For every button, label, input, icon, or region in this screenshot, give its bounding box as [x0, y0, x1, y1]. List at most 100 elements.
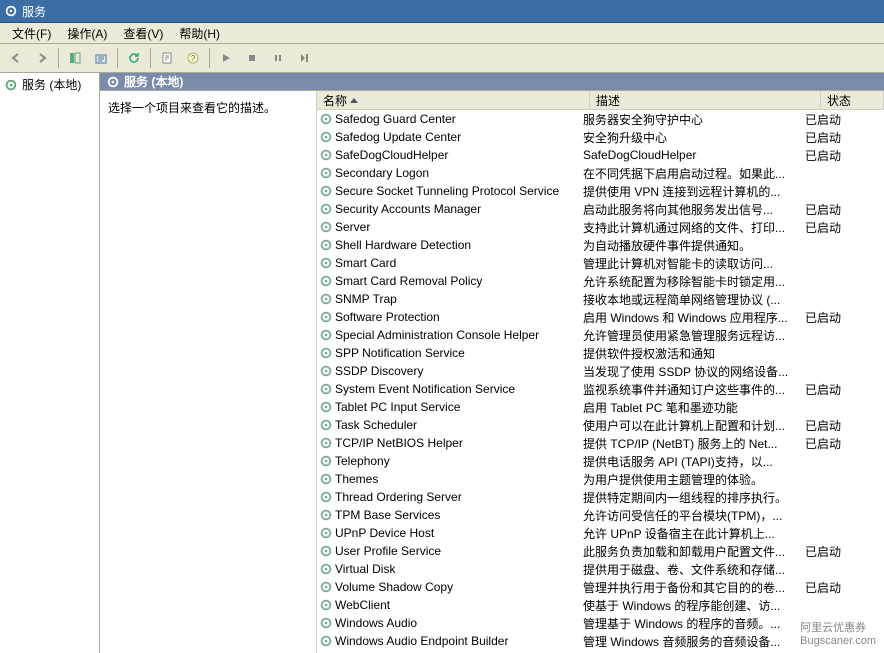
service-desc-cell: 允许访问受信任的平台模块(TPM)，...: [581, 507, 803, 524]
pause-service-button[interactable]: [266, 46, 290, 70]
menu-help[interactable]: 帮助(H): [171, 23, 228, 44]
gear-icon: [319, 220, 333, 234]
stop-service-button[interactable]: [240, 46, 264, 70]
service-row[interactable]: Telephony 提供电话服务 API (TAPI)支持，以...: [317, 452, 884, 470]
service-row[interactable]: Windows Audio管理基于 Windows 的程序的音频。...: [317, 614, 884, 632]
service-name-cell: TCP/IP NetBIOS Helper: [317, 436, 581, 450]
service-row[interactable]: SafeDogCloudHelperSafeDogCloudHelper已启动: [317, 146, 884, 164]
service-desc-cell: 监视系统事件并通知订户这些事件的...: [581, 381, 803, 398]
service-desc-cell: 服务器安全狗守护中心: [581, 111, 803, 128]
service-row[interactable]: Security Accounts Manager启动此服务将向其他服务发出信号…: [317, 200, 884, 218]
gear-icon: [319, 148, 333, 162]
service-row[interactable]: Server支持此计算机通过网络的文件、打印...已启动: [317, 218, 884, 236]
service-row[interactable]: WebClient使基于 Windows 的程序能创建、访...: [317, 596, 884, 614]
service-row[interactable]: Virtual Disk提供用于磁盘、卷、文件系统和存储...: [317, 560, 884, 578]
tree-pane: 服务 (本地): [0, 73, 100, 653]
gear-icon: [319, 166, 333, 180]
service-name-label: Shell Hardware Detection: [335, 238, 471, 252]
service-row[interactable]: Safedog Guard Center服务器安全狗守护中心已启动: [317, 110, 884, 128]
service-name-label: Volume Shadow Copy: [335, 580, 453, 594]
service-row[interactable]: Smart Card管理此计算机对智能卡的读取访问...: [317, 254, 884, 272]
service-row[interactable]: Secondary Logon在不同凭据下启用启动过程。如果此...: [317, 164, 884, 182]
properties-button[interactable]: [155, 46, 179, 70]
services-app-icon: [4, 4, 18, 18]
back-button[interactable]: [4, 46, 28, 70]
service-rows-container: Safedog Guard Center服务器安全狗守护中心已启动Safedog…: [317, 110, 884, 653]
service-row[interactable]: Shell Hardware Detection 为自动播放硬件事件提供通知。: [317, 236, 884, 254]
gear-icon: [319, 490, 333, 504]
service-name-label: System Event Notification Service: [335, 382, 515, 396]
service-name-cell: Security Accounts Manager: [317, 202, 581, 216]
service-row[interactable]: Secure Socket Tunneling Protocol Service…: [317, 182, 884, 200]
service-status-cell: 已启动: [803, 417, 857, 434]
column-header-row: 名称 描述 状态: [317, 91, 884, 110]
gear-icon: [319, 346, 333, 360]
service-row[interactable]: Themes为用户提供使用主题管理的体验。: [317, 470, 884, 488]
tree-root-services[interactable]: 服务 (本地): [2, 75, 97, 94]
gear-icon: [319, 382, 333, 396]
help-button[interactable]: ?: [181, 46, 205, 70]
service-row[interactable]: SNMP Trap接收本地或远程简单网络管理协议 (...: [317, 290, 884, 308]
column-header-name[interactable]: 名称: [317, 91, 590, 109]
service-status-cell: 已启动: [803, 129, 857, 146]
gear-icon: [319, 418, 333, 432]
service-row[interactable]: Tablet PC Input Service启用 Tablet PC 笔和墨迹…: [317, 398, 884, 416]
service-name-label: TCP/IP NetBIOS Helper: [335, 436, 463, 450]
service-name-cell: Telephony: [317, 454, 581, 468]
service-name-cell: User Profile Service: [317, 544, 581, 558]
service-row[interactable]: Task Scheduler使用户可以在此计算机上配置和计划...已启动: [317, 416, 884, 434]
service-row[interactable]: Thread Ordering Server提供特定期间内一组线程的排序执行。: [317, 488, 884, 506]
service-row[interactable]: Safedog Update Center安全狗升级中心已启动: [317, 128, 884, 146]
service-desc-cell: 允许系统配置为移除智能卡时锁定用...: [581, 273, 803, 290]
menu-file[interactable]: 文件(F): [4, 23, 59, 44]
service-status-cell: 已启动: [803, 111, 857, 128]
service-desc-cell: 允许 UPnP 设备宿主在此计算机上...: [581, 525, 803, 542]
forward-button[interactable]: [30, 46, 54, 70]
service-name-cell: Shell Hardware Detection: [317, 238, 581, 252]
column-header-status[interactable]: 状态: [821, 91, 884, 109]
content-body: 选择一个项目来查看它的描述。 名称 描述 状态 Safedog Guard Ce…: [100, 90, 884, 653]
gear-icon: [319, 580, 333, 594]
menu-view[interactable]: 查看(V): [115, 23, 171, 44]
service-name-cell: Themes: [317, 472, 581, 486]
gear-icon: [319, 454, 333, 468]
service-status-cell: 已启动: [803, 309, 857, 326]
start-service-button[interactable]: [214, 46, 238, 70]
service-desc-cell: 接收本地或远程简单网络管理协议 (...: [581, 291, 803, 308]
service-name-label: Smart Card Removal Policy: [335, 274, 482, 288]
show-hide-tree-button[interactable]: [63, 46, 87, 70]
service-row[interactable]: SPP Notification Service提供软件授权激活和通知: [317, 344, 884, 362]
service-name-label: Telephony: [335, 454, 390, 468]
refresh-button[interactable]: [122, 46, 146, 70]
window-title: 服务: [22, 3, 46, 20]
menu-bar: 文件(F) 操作(A) 查看(V) 帮助(H): [0, 23, 884, 44]
service-row[interactable]: SSDP Discovery当发现了使用 SSDP 协议的网络设备...: [317, 362, 884, 380]
service-desc-cell: 提供电话服务 API (TAPI)支持，以...: [581, 453, 803, 470]
service-row[interactable]: Windows Audio Endpoint Builder管理 Windows…: [317, 632, 884, 650]
column-header-description[interactable]: 描述: [590, 91, 821, 109]
gear-icon: [319, 526, 333, 540]
export-list-button[interactable]: [89, 46, 113, 70]
service-row[interactable]: TCP/IP NetBIOS Helper提供 TCP/IP (NetBT) 服…: [317, 434, 884, 452]
service-row[interactable]: Smart Card Removal Policy 允许系统配置为移除智能卡时锁定…: [317, 272, 884, 290]
service-name-label: Themes: [335, 472, 378, 486]
menu-action[interactable]: 操作(A): [59, 23, 115, 44]
service-desc-cell: 提供使用 VPN 连接到远程计算机的...: [581, 183, 803, 200]
service-desc-cell: 为自动播放硬件事件提供通知。: [581, 237, 803, 254]
service-name-label: Windows Audio Endpoint Builder: [335, 634, 508, 648]
restart-service-button[interactable]: [292, 46, 316, 70]
detail-pane: 选择一个项目来查看它的描述。: [100, 91, 317, 653]
content-header: 服务 (本地): [100, 73, 884, 90]
service-row[interactable]: Special Administration Console Helper允许管…: [317, 326, 884, 344]
service-name-label: TPM Base Services: [335, 508, 440, 522]
service-name-cell: Secondary Logon: [317, 166, 581, 180]
service-row[interactable]: Software Protection启用 Windows 和 Windows …: [317, 308, 884, 326]
service-row[interactable]: UPnP Device Host允许 UPnP 设备宿主在此计算机上...: [317, 524, 884, 542]
service-row[interactable]: TPM Base Services 允许访问受信任的平台模块(TPM)，...: [317, 506, 884, 524]
service-row[interactable]: User Profile Service此服务负责加载和卸载用户配置文件...已…: [317, 542, 884, 560]
tree-root-label: 服务 (本地): [22, 76, 81, 93]
service-name-cell: Windows Audio Endpoint Builder: [317, 634, 581, 648]
service-desc-cell: SafeDogCloudHelper: [581, 148, 803, 162]
service-row[interactable]: System Event Notification Service 监视系统事件并…: [317, 380, 884, 398]
service-row[interactable]: Volume Shadow Copy管理并执行用于备份和其它目的的卷...已启动: [317, 578, 884, 596]
